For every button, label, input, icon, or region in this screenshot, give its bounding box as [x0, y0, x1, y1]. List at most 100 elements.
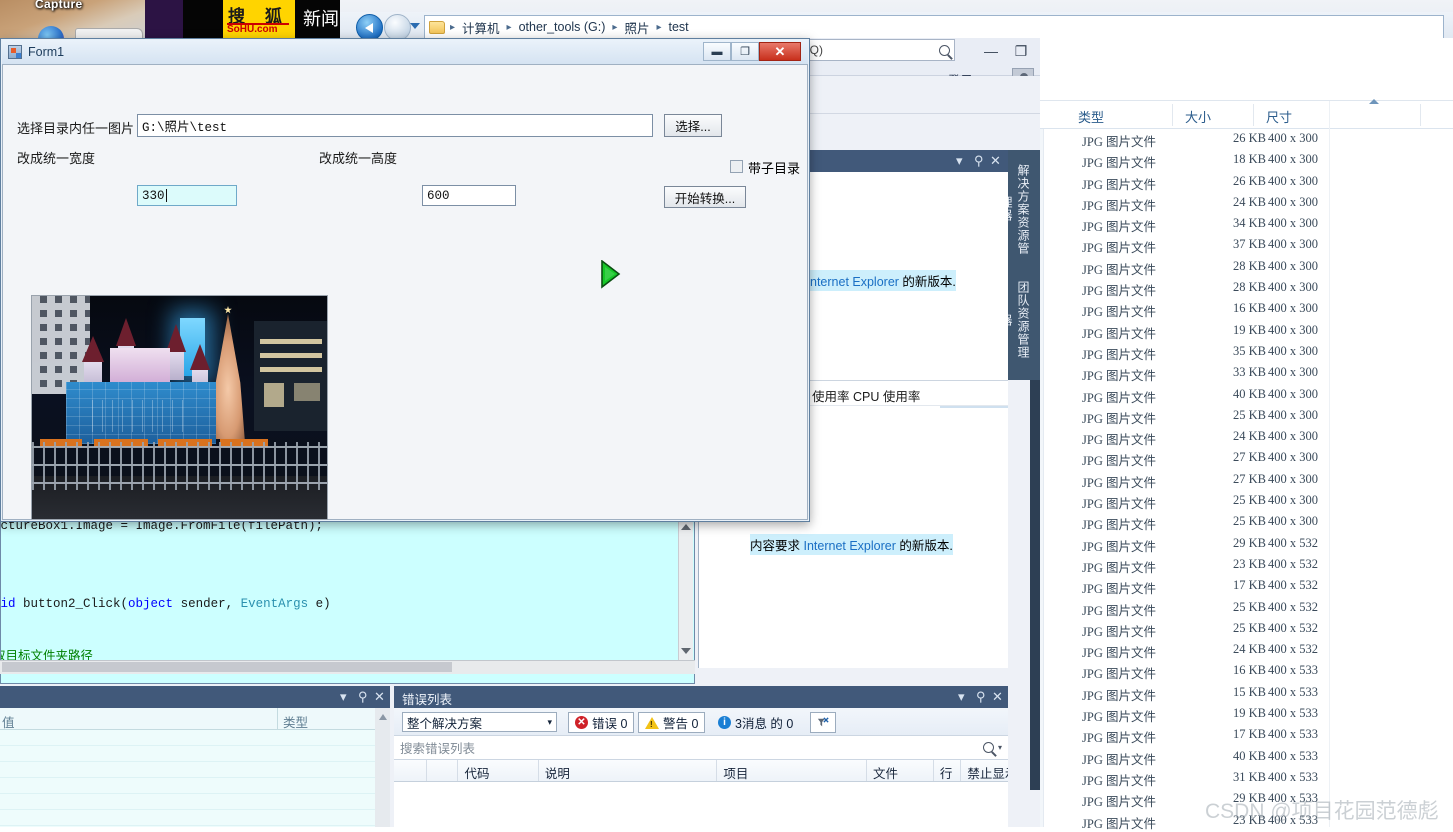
file-row[interactable]: JPG 图片文件 17 KB 400 x 532 — [1040, 576, 1453, 597]
watch-row[interactable] — [0, 730, 375, 746]
scroll-up-icon[interactable] — [681, 524, 691, 530]
error-col-suppress[interactable]: 禁止显示 — [961, 760, 1008, 781]
file-row[interactable]: JPG 图片文件 25 KB 400 x 532 — [1040, 598, 1453, 619]
pin-icon[interactable]: ⚲ — [976, 689, 986, 705]
watch-row[interactable] — [0, 762, 375, 778]
form1-maximize-button[interactable]: ❐ — [731, 42, 759, 61]
forward-button[interactable] — [384, 14, 411, 41]
file-row[interactable]: JPG 图片文件 19 KB 400 x 300 — [1040, 321, 1453, 342]
chevron-down-icon[interactable]: ▾ — [340, 689, 347, 705]
file-row[interactable]: JPG 图片文件 25 KB 400 x 300 — [1040, 406, 1453, 427]
file-row[interactable]: JPG 图片文件 37 KB 400 x 300 — [1040, 235, 1453, 256]
messages-filter-button[interactable]: i 3消息 的 0 — [712, 712, 799, 733]
column-header-size[interactable]: 大小 — [1185, 107, 1211, 126]
form1-close-button[interactable]: ✕ — [759, 42, 801, 61]
ie-link-1[interactable]: nternet Explorer — [810, 275, 899, 289]
file-row[interactable]: JPG 图片文件 25 KB 400 x 300 — [1040, 491, 1453, 512]
error-scope-dropdown[interactable]: 整个解决方案 ▾ — [402, 712, 557, 732]
thumbnail-desktop[interactable]: Capture — [0, 0, 145, 38]
breadcrumb-computer[interactable]: 计算机 — [460, 18, 502, 37]
file-row[interactable]: JPG 图片文件 23 KB 400 x 532 — [1040, 555, 1453, 576]
file-row[interactable]: JPG 图片文件 31 KB 400 x 533 — [1040, 768, 1453, 789]
column-header-dimensions[interactable]: 尺寸 — [1266, 107, 1292, 126]
file-row[interactable]: JPG 图片文件 28 KB 400 x 300 — [1040, 278, 1453, 299]
vs-minimize-button[interactable]: — — [978, 42, 1004, 60]
file-row[interactable]: JPG 图片文件 16 KB 400 x 300 — [1040, 299, 1453, 320]
file-row[interactable]: JPG 图片文件 28 KB 400 x 300 — [1040, 257, 1453, 278]
file-row[interactable]: JPG 图片文件 26 KB 400 x 300 — [1040, 129, 1453, 150]
watch-scrollbar[interactable] — [375, 708, 390, 827]
file-row[interactable]: JPG 图片文件 25 KB 400 x 532 — [1040, 619, 1453, 640]
column-divider[interactable] — [1420, 104, 1421, 126]
thumbnail-black-1[interactable] — [183, 0, 223, 38]
chevron-down-icon[interactable]: ▾ — [956, 153, 963, 169]
file-row[interactable]: JPG 图片文件 15 KB 400 x 533 — [1040, 683, 1453, 704]
file-row[interactable]: JPG 图片文件 17 KB 400 x 533 — [1040, 725, 1453, 746]
close-icon[interactable]: ✕ — [990, 153, 1001, 169]
thumbnail-sohu[interactable]: 搜 狐 SoHU.com — [223, 0, 295, 38]
watch-col-value[interactable]: 值 — [2, 712, 15, 731]
watch-rows[interactable] — [0, 730, 375, 827]
watch-row[interactable] — [0, 810, 375, 826]
file-row[interactable]: JPG 图片文件 35 KB 400 x 300 — [1040, 342, 1453, 363]
file-row[interactable]: JPG 图片文件 24 KB 400 x 300 — [1040, 193, 1453, 214]
file-row[interactable]: JPG 图片文件 16 KB 400 x 533 — [1040, 661, 1453, 682]
search-dropdown-icon[interactable]: ▾ — [998, 743, 1002, 752]
path-input[interactable]: G:\照片\test — [137, 114, 653, 137]
scroll-down-icon[interactable] — [681, 648, 691, 654]
column-header-type[interactable]: 类型 — [1078, 107, 1104, 126]
tab-solution-explorer[interactable]: 解决方案资源管理器 — [999, 154, 1036, 264]
error-list-grid[interactable] — [394, 782, 1008, 827]
breadcrumb-drive[interactable]: other_tools (G:) — [517, 20, 608, 34]
thumbnail-purple[interactable] — [145, 0, 183, 38]
close-icon[interactable]: ✕ — [992, 689, 1003, 705]
file-row[interactable]: JPG 图片文件 24 KB 400 x 532 — [1040, 640, 1453, 661]
warnings-filter-button[interactable]: 警告 0 — [638, 712, 706, 733]
file-row[interactable]: JPG 图片文件 24 KB 400 x 300 — [1040, 427, 1453, 448]
history-dropdown-icon[interactable] — [410, 23, 420, 29]
file-list-rows[interactable]: JPG 图片文件 26 KB 400 x 300 JPG 图片文件 18 KB 400 x… — [1040, 129, 1453, 831]
vs-maximize-button[interactable]: ❐ — [1008, 42, 1034, 60]
error-col-icon[interactable] — [427, 760, 459, 781]
breadcrumb-photos[interactable]: 照片 — [622, 18, 651, 37]
error-col-project[interactable]: 项目 — [717, 760, 868, 781]
column-divider[interactable] — [1172, 104, 1173, 126]
select-button[interactable]: 选择... — [664, 114, 722, 137]
address-bar[interactable]: ▸ 计算机 ▸ other_tools (G:) ▸ 照片 ▸ test — [424, 15, 1444, 39]
height-input[interactable]: 600 — [422, 185, 516, 206]
watch-row[interactable] — [0, 794, 375, 810]
file-row[interactable]: JPG 图片文件 18 KB 400 x 300 — [1040, 150, 1453, 171]
file-row[interactable]: JPG 图片文件 34 KB 400 x 300 — [1040, 214, 1453, 235]
error-col-code[interactable]: 代码 — [458, 760, 539, 781]
error-col-desc[interactable]: 说明 — [539, 760, 718, 781]
column-divider[interactable] — [1253, 104, 1254, 126]
tab-team-explorer[interactable]: 团队资源管理器 — [999, 270, 1036, 370]
error-col-file[interactable]: 文件 — [867, 760, 934, 781]
vs-quick-launch-input[interactable]: l+Q) — [795, 39, 955, 61]
file-row[interactable]: JPG 图片文件 33 KB 400 x 300 — [1040, 363, 1453, 384]
form1-minimize-button[interactable]: ▬ — [703, 42, 731, 61]
file-row[interactable]: JPG 图片文件 40 KB 400 x 300 — [1040, 385, 1453, 406]
form1-title-bar[interactable]: Form1 — [2, 40, 808, 64]
file-row[interactable]: JPG 图片文件 25 KB 400 x 300 — [1040, 512, 1453, 533]
file-row[interactable]: JPG 图片文件 27 KB 400 x 300 — [1040, 448, 1453, 469]
watch-row[interactable] — [0, 746, 375, 762]
file-row[interactable]: JPG 图片文件 29 KB 400 x 532 — [1040, 534, 1453, 555]
chevron-down-icon[interactable]: ▾ — [958, 689, 965, 705]
file-row[interactable]: JPG 图片文件 26 KB 400 x 300 — [1040, 172, 1453, 193]
start-convert-button[interactable]: 开始转换... — [664, 186, 746, 208]
subdirectory-checkbox[interactable] — [730, 160, 743, 173]
pin-icon[interactable]: ⚲ — [974, 153, 984, 169]
search-icon[interactable] — [982, 742, 994, 753]
error-col-line[interactable]: 行 — [934, 760, 962, 781]
error-col-blank[interactable] — [394, 760, 428, 781]
back-button[interactable] — [356, 14, 383, 41]
clear-filter-button[interactable] — [810, 712, 836, 733]
watch-col-type[interactable]: 类型 — [283, 712, 308, 731]
errors-filter-button[interactable]: ✕ 错误 0 — [568, 712, 635, 733]
breadcrumb-test[interactable]: test — [667, 20, 691, 34]
file-row[interactable]: JPG 图片文件 40 KB 400 x 533 — [1040, 747, 1453, 768]
pin-icon[interactable]: ⚲ — [358, 689, 368, 705]
file-row[interactable]: JPG 图片文件 27 KB 400 x 300 — [1040, 470, 1453, 491]
ie-link-2[interactable]: Internet Explorer — [803, 539, 895, 553]
